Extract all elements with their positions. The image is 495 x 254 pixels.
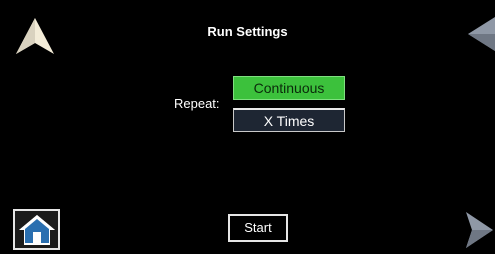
nav-right-button[interactable] xyxy=(466,210,495,250)
arrow-left-icon xyxy=(468,17,495,51)
repeat-label: Repeat: xyxy=(174,96,220,111)
home-button[interactable] xyxy=(13,209,60,250)
start-button[interactable]: Start xyxy=(228,214,288,242)
option-x-times[interactable]: X Times xyxy=(233,108,345,132)
nav-left-button[interactable] xyxy=(466,15,495,53)
page-title: Run Settings xyxy=(207,24,288,39)
home-icon xyxy=(18,215,55,245)
run-settings-screen: Run Settings Repeat: Continuous X Times … xyxy=(0,0,495,254)
arrow-right-icon xyxy=(466,212,493,248)
option-continuous[interactable]: Continuous xyxy=(233,76,345,100)
